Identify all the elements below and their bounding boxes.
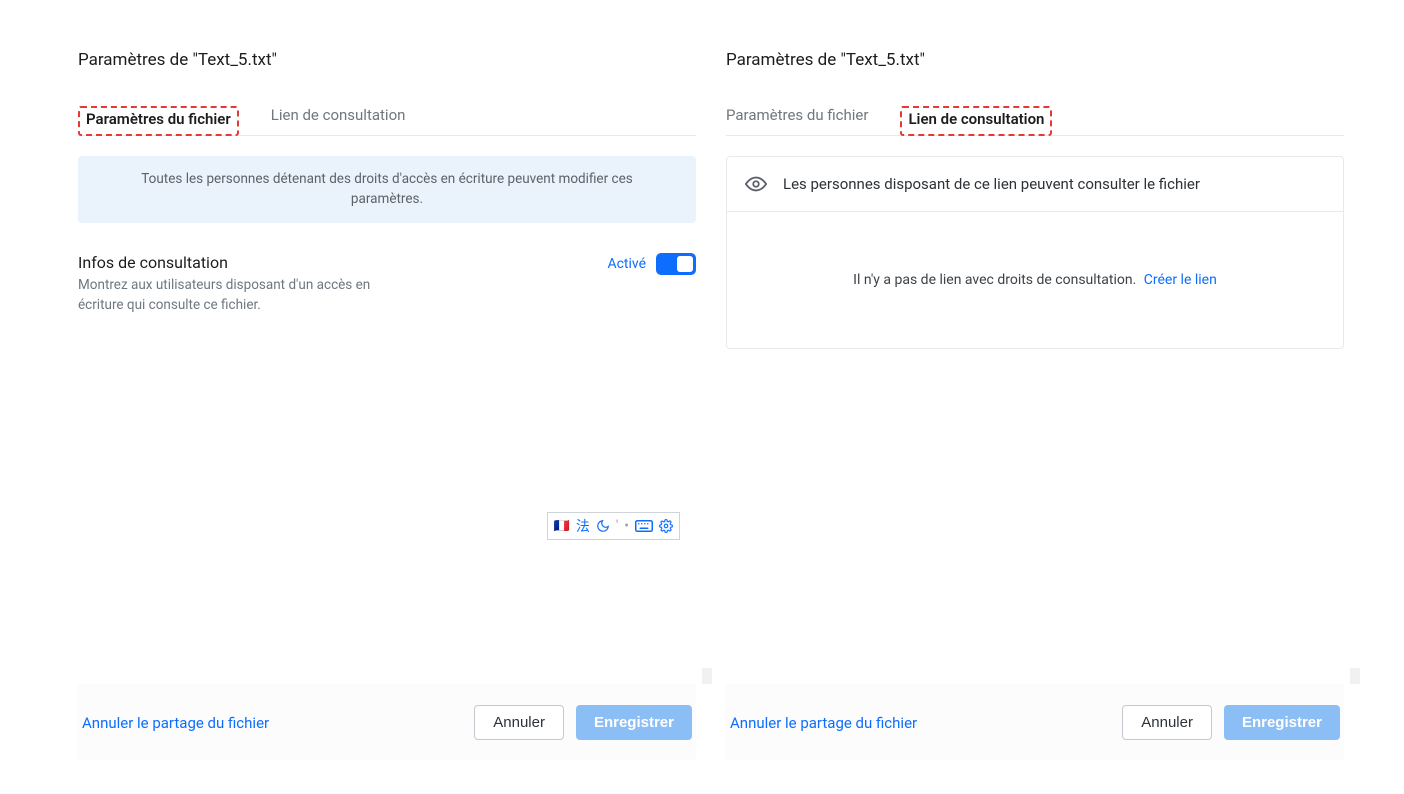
setting-description: Montrez aux utilisateurs disposant d'un … bbox=[78, 276, 378, 315]
panel-file-settings: Paramètres de "Text_5.txt" Paramètres du… bbox=[78, 50, 696, 760]
panel-title-left: Paramètres de "Text_5.txt" bbox=[78, 50, 696, 70]
scrollbar-left[interactable] bbox=[702, 668, 712, 684]
setting-title: Infos de consultation bbox=[78, 253, 378, 272]
toggle-knob bbox=[677, 256, 693, 272]
link-visibility-row[interactable]: Les personnes disposant de ce lien peuve… bbox=[726, 156, 1344, 211]
scrollbar-right[interactable] bbox=[1350, 668, 1360, 684]
save-button[interactable]: Enregistrer bbox=[1224, 705, 1340, 740]
link-empty-box: Il n'y a pas de lien avec droits de cons… bbox=[726, 211, 1344, 349]
separator-icon: ' bbox=[616, 518, 618, 534]
tab-file-settings[interactable]: Paramètres du fichier bbox=[726, 106, 868, 135]
tabs-left: Paramètres du fichier Lien de consultati… bbox=[78, 106, 696, 136]
link-visibility-text: Les personnes disposant de ce lien peuve… bbox=[783, 175, 1200, 193]
moon-icon[interactable] bbox=[596, 519, 610, 533]
toggle-switch[interactable] bbox=[656, 253, 696, 275]
footer-buttons-left: Annuler Enregistrer bbox=[474, 705, 692, 740]
tabs-right: Paramètres du fichier Lien de consultati… bbox=[726, 106, 1344, 136]
unshare-link[interactable]: Annuler le partage du fichier bbox=[730, 714, 917, 732]
link-empty-text: Il n'y a pas de lien avec droits de cons… bbox=[853, 272, 1136, 288]
save-button[interactable]: Enregistrer bbox=[576, 705, 692, 740]
toggle-state-label: Activé bbox=[607, 256, 646, 272]
cancel-button[interactable]: Annuler bbox=[474, 705, 564, 740]
bullet-icon: • bbox=[624, 518, 629, 534]
panel-body-right: Les personnes disposant de ce lien peuve… bbox=[726, 136, 1344, 684]
info-banner: Toutes les personnes détenant des droits… bbox=[78, 156, 696, 223]
tab-file-settings[interactable]: Paramètres du fichier bbox=[78, 106, 239, 136]
unshare-link[interactable]: Annuler le partage du fichier bbox=[82, 714, 269, 732]
panel-body-left: Toutes les personnes détenant des droits… bbox=[78, 136, 696, 684]
keyboard-icon[interactable] bbox=[635, 519, 653, 533]
flag-icon[interactable]: 🇫🇷 bbox=[554, 519, 570, 534]
eye-icon bbox=[745, 173, 767, 195]
panel-footer-left: Annuler le partage du fichier Annuler En… bbox=[78, 684, 696, 760]
cjk-icon[interactable]: 法 bbox=[576, 516, 590, 536]
panel-view-link: Paramètres de "Text_5.txt" Paramètres du… bbox=[726, 50, 1344, 760]
setting-viewer-info: Infos de consultation Montrez aux utilis… bbox=[78, 253, 696, 315]
panel-title-right: Paramètres de "Text_5.txt" bbox=[726, 50, 1344, 70]
tab-view-link[interactable]: Lien de consultation bbox=[900, 106, 1052, 136]
cancel-button[interactable]: Annuler bbox=[1122, 705, 1212, 740]
footer-buttons-right: Annuler Enregistrer bbox=[1122, 705, 1340, 740]
setting-text: Infos de consultation Montrez aux utilis… bbox=[78, 253, 378, 315]
setting-control: Activé bbox=[607, 253, 696, 275]
tab-view-link[interactable]: Lien de consultation bbox=[271, 106, 406, 135]
panel-footer-right: Annuler le partage du fichier Annuler En… bbox=[726, 684, 1344, 760]
create-link[interactable]: Créer le lien bbox=[1144, 272, 1217, 288]
ime-toolbar[interactable]: 🇫🇷 法 ' • bbox=[547, 512, 680, 540]
gear-icon[interactable] bbox=[659, 519, 673, 533]
